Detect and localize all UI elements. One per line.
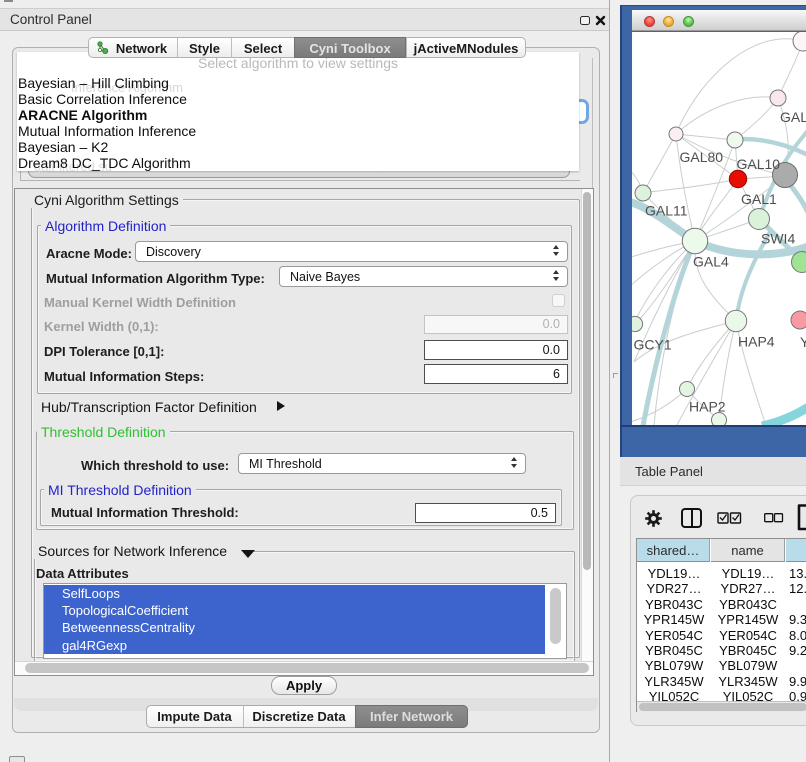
svg-text:HAP4: HAP4 <box>738 334 775 350</box>
svg-text:GAL1: GAL1 <box>741 191 777 207</box>
svg-text:HAP2: HAP2 <box>689 399 726 415</box>
svg-text:GAL10: GAL10 <box>737 156 781 172</box>
svg-text:SWI4: SWI4 <box>761 231 795 247</box>
svg-text:GAL4: GAL4 <box>693 254 729 270</box>
svg-text:GAL11: GAL11 <box>645 203 688 219</box>
svg-text:GAL7: GAL7 <box>780 109 806 125</box>
svg-text:Y: Y <box>800 334 806 350</box>
svg-text:GAL80: GAL80 <box>680 149 724 165</box>
svg-text:GCY1: GCY1 <box>634 337 672 353</box>
